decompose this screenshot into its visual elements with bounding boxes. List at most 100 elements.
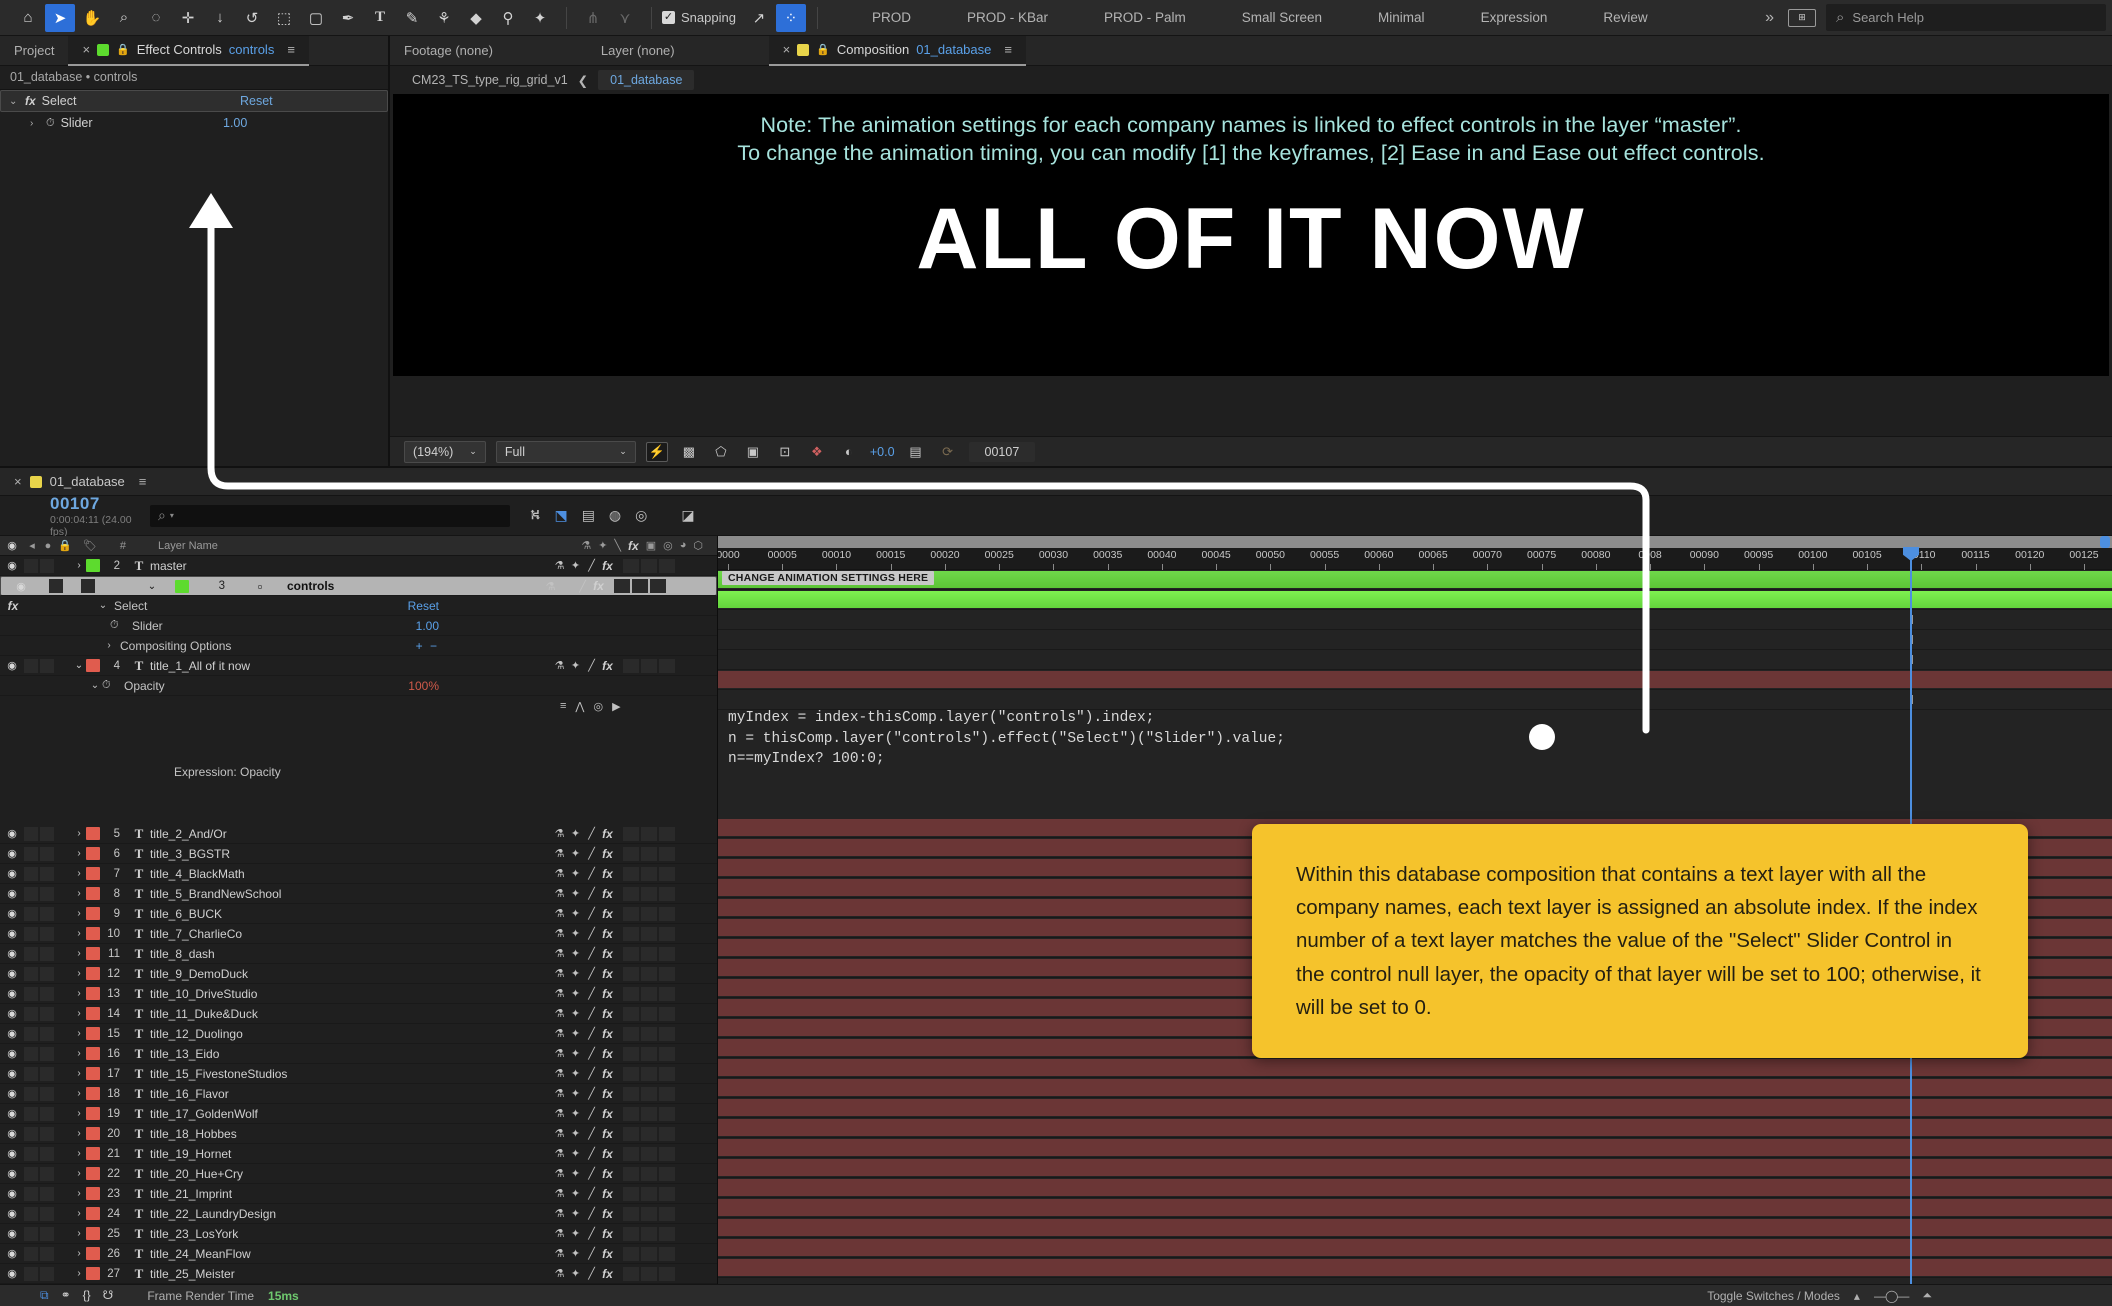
- expression-pickwhip-icon[interactable]: ◎: [593, 700, 603, 713]
- workspace-settings-icon[interactable]: ⊞: [1788, 8, 1816, 27]
- switch-cell[interactable]: [641, 1086, 657, 1101]
- effects-icon[interactable]: fx: [601, 1127, 614, 1141]
- snapshot-icon[interactable]: ▤: [905, 442, 927, 462]
- snapping-toggle[interactable]: ✓ Snapping: [662, 10, 736, 25]
- solo-switch-cell[interactable]: [40, 1246, 54, 1261]
- quality-icon[interactable]: ╱: [585, 927, 598, 940]
- chevron-right-icon[interactable]: ›: [72, 868, 86, 879]
- collapse-transformations-icon[interactable]: ✦: [569, 1147, 582, 1160]
- quality-icon[interactable]: ╱: [585, 987, 598, 1000]
- switch-cell[interactable]: [641, 1026, 657, 1041]
- collapse-transformations-icon[interactable]: ✦: [569, 1227, 582, 1240]
- composition-mini-flowchart-icon[interactable]: ⛕: [530, 506, 540, 525]
- layer-row-title-5-brandnewschool[interactable]: ◉ › 8 Ttitle_5_BrandNewSchool ⚗ ✦ ╱ fx: [0, 884, 717, 904]
- collapse-transformations-icon[interactable]: ✦: [569, 1187, 582, 1200]
- chevron-down-icon[interactable]: ⌄: [9, 96, 19, 107]
- track-row-title-1[interactable]: [718, 670, 2112, 690]
- layer-switches[interactable]: ⚗ ✦ ╱ fx: [547, 1226, 717, 1241]
- switch-cell[interactable]: [641, 1206, 657, 1221]
- orbit-tool-icon[interactable]: ◌: [141, 4, 171, 32]
- close-icon[interactable]: ×: [14, 474, 22, 489]
- effects-icon[interactable]: fx: [601, 947, 614, 961]
- panel-menu-icon[interactable]: ≡: [287, 42, 295, 57]
- track-row-title-24-meanflow[interactable]: [718, 1238, 2112, 1258]
- shy-icon[interactable]: ⚗: [553, 1047, 566, 1060]
- close-icon[interactable]: ×: [82, 42, 90, 57]
- lock-switch-cell[interactable]: [56, 1127, 70, 1141]
- chevron-down-icon[interactable]: ⌄: [145, 581, 159, 592]
- switch-cell[interactable]: [641, 1226, 657, 1241]
- switch-cell[interactable]: [659, 1106, 675, 1121]
- video-switch-icon[interactable]: ◉: [0, 907, 24, 920]
- switch-cell[interactable]: [641, 846, 657, 861]
- puppet-starch-tool-icon[interactable]: ⋔: [578, 4, 608, 32]
- layer-row-title-25-meister[interactable]: ◉ › 27 Ttitle_25_Meister ⚗ ✦ ╱ fx: [0, 1264, 717, 1284]
- track-row-title-23-losyork[interactable]: [718, 1218, 2112, 1238]
- switch-cell[interactable]: [641, 1266, 657, 1281]
- snap-align-icon[interactable]: ↗: [744, 4, 774, 32]
- layer-label-swatch[interactable]: [86, 907, 100, 920]
- layer-label-swatch[interactable]: [86, 1147, 100, 1160]
- layer-label-swatch[interactable]: [86, 947, 100, 960]
- chevron-right-icon[interactable]: ›: [72, 1228, 86, 1239]
- shy-icon[interactable]: ⚗: [553, 947, 566, 960]
- layer-name[interactable]: controls: [287, 579, 522, 593]
- effects-icon[interactable]: fx: [601, 887, 614, 901]
- lock-switch-cell[interactable]: [56, 907, 70, 921]
- track-row-title-22-laundrydesign[interactable]: [718, 1198, 2112, 1218]
- solo-switch-cell[interactable]: [40, 826, 54, 841]
- audio-switch-cell[interactable]: [24, 1066, 38, 1081]
- lock-switch-cell[interactable]: [56, 947, 70, 961]
- layer-name[interactable]: title_22_LaundryDesign: [150, 1207, 547, 1221]
- draft-3d-icon[interactable]: ⬔: [554, 507, 567, 524]
- shape-tool-icon[interactable]: ▢: [301, 4, 331, 32]
- switch-cell[interactable]: [623, 1026, 639, 1041]
- collapse-transformations-icon[interactable]: ✦: [569, 1247, 582, 1260]
- expression-braces-icon[interactable]: {}: [83, 1288, 91, 1303]
- chevron-right-icon[interactable]: ›: [72, 1048, 86, 1059]
- video-switch-icon[interactable]: ◉: [0, 559, 24, 572]
- collapse-transformations-icon[interactable]: ✦: [569, 907, 582, 920]
- video-switch-icon[interactable]: ◉: [0, 887, 24, 900]
- lock-switch-cell[interactable]: [56, 827, 70, 841]
- layer-label-swatch[interactable]: [86, 847, 100, 860]
- shy-icon[interactable]: ⚗: [553, 1067, 566, 1080]
- motion-blur-icon[interactable]: ◎: [635, 507, 647, 524]
- effect-controls-tab[interactable]: × 🔒 Effect Controls controls ≡: [68, 35, 309, 66]
- layer-label-swatch[interactable]: [86, 1087, 100, 1100]
- solo-switch-cell[interactable]: [40, 1166, 54, 1181]
- workspace-tab-prod-palm[interactable]: PROD - Palm: [1076, 4, 1214, 31]
- shy-icon[interactable]: ⚗: [553, 827, 566, 840]
- frame-blending-icon[interactable]: ◍: [609, 507, 621, 524]
- layer-switches[interactable]: ⚗ ✦ ╱ fx: [547, 1026, 717, 1041]
- timeline-track-area[interactable]: 0000 00005 00010 00015 00020 00025 00030 00035 0…: [718, 536, 2112, 1284]
- audio-switch-cell[interactable]: [24, 1206, 38, 1221]
- layer-name[interactable]: title_6_BUCK: [150, 907, 547, 921]
- switch-cell[interactable]: [659, 1166, 675, 1181]
- switch-cell[interactable]: [641, 1006, 657, 1021]
- solo-switch-cell[interactable]: [40, 1226, 54, 1241]
- layer-bar[interactable]: [718, 1179, 2112, 1196]
- comp-marker[interactable]: CHANGE ANIMATION SETTINGS HERE: [722, 571, 935, 585]
- effects-icon[interactable]: fx: [601, 1147, 614, 1161]
- collapse-transformations-icon[interactable]: ✦: [569, 1267, 582, 1280]
- switch-cell[interactable]: [659, 658, 675, 673]
- layer-label-swatch[interactable]: [86, 1107, 100, 1120]
- quality-icon[interactable]: ╱: [585, 1067, 598, 1080]
- switch-cell[interactable]: [659, 1266, 675, 1281]
- layer-row-title-6-buck[interactable]: ◉ › 9 Ttitle_6_BUCK ⚗ ✦ ╱ fx: [0, 904, 717, 924]
- selection-tool-icon[interactable]: ➤: [45, 3, 75, 32]
- property-name[interactable]: Opacity: [118, 679, 165, 693]
- shy-icon[interactable]: ⚗: [553, 1227, 566, 1240]
- video-switch-icon[interactable]: ◉: [0, 867, 24, 880]
- layer-label-swatch[interactable]: [86, 1267, 100, 1280]
- chevron-down-icon[interactable]: ⌄: [72, 660, 86, 671]
- layer-name[interactable]: title_17_GoldenWolf: [150, 1107, 547, 1121]
- switch-cell[interactable]: [623, 966, 639, 981]
- chevron-right-icon[interactable]: ›: [72, 928, 86, 939]
- layer-label-swatch[interactable]: [86, 1207, 100, 1220]
- layer-name[interactable]: title_5_BrandNewSchool: [150, 887, 547, 901]
- quality-icon[interactable]: ╱: [585, 1187, 598, 1200]
- resolution-select[interactable]: Full ⌄: [495, 440, 636, 463]
- layer-row-title-16-flavor[interactable]: ◉ › 18 Ttitle_16_Flavor ⚗ ✦ ╱ fx: [0, 1084, 717, 1104]
